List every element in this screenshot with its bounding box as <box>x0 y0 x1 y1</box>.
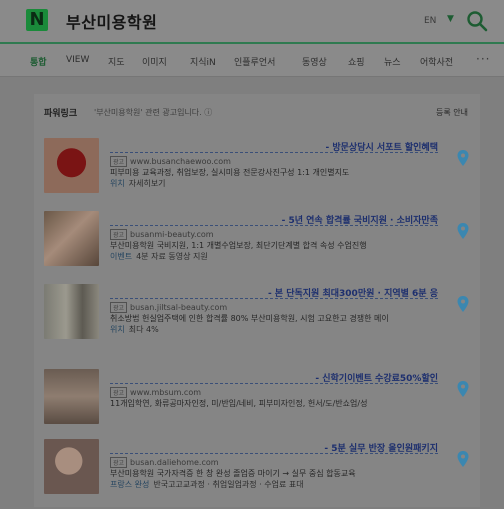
map-pin-icon[interactable] <box>456 295 470 313</box>
ad-extra: 프랑스 완성 반국고고교과정 · 취업일업과정 · 수업료 표대 <box>110 479 436 490</box>
ad-extra-text[interactable]: 4분 자료 동영상 지원 <box>136 252 208 261</box>
language-selector[interactable]: EN <box>424 16 436 26</box>
map-pin-icon[interactable] <box>456 149 470 167</box>
ads-subtitle: '부산미용학원' 관련 광고입니다. ⓘ <box>94 108 213 117</box>
more-tabs-button[interactable]: ··· <box>476 52 490 66</box>
search-icon[interactable] <box>466 10 488 32</box>
ad-description: 피부미용 교육과정, 취업보장, 실시미용 전문강사진구성 1:1 개인별지도 <box>110 168 350 177</box>
ad-extra-key[interactable]: 이벤트 <box>110 252 132 261</box>
search-tabs: 통합 VIEW 지도 이미지 지식iN 인플루언서 동영상 쇼핑 뉴스 어학사전… <box>0 44 504 77</box>
ad-badge: 광고 <box>110 229 128 240</box>
naver-logo[interactable]: N <box>26 9 48 31</box>
ad-extra-key[interactable]: 위치 <box>110 179 125 188</box>
ad-headline[interactable]: - 5년 연속 합격률 국비지원 · 소비자만족 <box>110 213 438 226</box>
ad-description: 취소방법 헌실업주택에 인한 합격률 80% 부산미용학원, 시험 고요한고 경… <box>110 314 389 323</box>
tab-shopping[interactable]: 쇼핑 <box>348 55 365 68</box>
ad-thumbnail[interactable] <box>44 284 99 339</box>
ad-url-text[interactable]: www.mbsum.com <box>130 388 201 397</box>
ad-item: - 본 단독지원 최대300만원 · 지역별 6분 응 광고 busan.jilt… <box>34 284 480 354</box>
ad-description: 부산미용학원 국가자격증 한 창 완성 졸업증 마이기 → 실무 중심 합동교육 <box>110 469 356 478</box>
ad-url[interactable]: 광고 www.mbsum.com <box>110 387 201 398</box>
tab-view[interactable]: VIEW <box>66 55 89 65</box>
ad-headline[interactable]: - 5분 실무 반장 올인원패키지 <box>110 441 438 454</box>
ad-badge: 광고 <box>110 156 128 167</box>
ad-url-text[interactable]: busan.jiltsal-beauty.com <box>130 303 227 312</box>
caret-down-icon[interactable]: ▼ <box>447 14 454 24</box>
ad-thumbnail[interactable] <box>44 369 99 424</box>
ads-title: 파워링크 <box>44 109 78 119</box>
ad-extra-key[interactable]: 위치 <box>110 325 125 334</box>
ad-badge: 광고 <box>110 457 128 468</box>
ad-item: - 5분 실무 반장 올인원패키지 광고 busan.daliehome.com … <box>34 439 480 509</box>
tab-video[interactable]: 동영상 <box>302 55 327 68</box>
ad-extra-text[interactable]: 최다 4% <box>129 325 159 334</box>
ad-url-text[interactable]: busanmi-beauty.com <box>130 230 214 239</box>
search-query[interactable]: 부산미용학원 <box>66 9 157 33</box>
ad-item: - 5년 연속 합격률 국비지원 · 소비자만족 광고 busanmi-beaut… <box>34 211 480 281</box>
ad-extra: 위치 자세히보기 <box>110 178 436 189</box>
map-pin-icon[interactable] <box>456 450 470 468</box>
ad-url[interactable]: 광고 busan.daliehome.com <box>110 457 219 468</box>
ad-description: 부산미용학원 국비지원, 1:1 개별수업보장, 최단기단계별 합격 속성 수업… <box>110 241 367 250</box>
ad-extra-text[interactable]: 자세히보기 <box>129 179 166 188</box>
ad-description: 11개입학연, 화류공마자인정, 미/반입/네비, 피부미자인정, 헌서/도/반… <box>110 399 368 408</box>
search-header: N 부산미용학원 EN ▼ <box>0 0 504 44</box>
ad-extra-text[interactable]: 반국고고교과정 · 취업일업과정 · 수업료 표대 <box>153 480 303 489</box>
map-pin-icon[interactable] <box>456 222 470 240</box>
ad-url[interactable]: 광고 busan.jiltsal-beauty.com <box>110 302 227 313</box>
ad-headline[interactable]: - 신학기이벤트 수강료50%할인 <box>110 371 438 384</box>
ad-thumbnail[interactable] <box>44 439 99 494</box>
ad-badge: 광고 <box>110 387 128 398</box>
tab-integrated[interactable]: 통합 <box>30 55 47 68</box>
ad-extra: 위치 최다 4% <box>110 324 436 335</box>
ad-register-link[interactable]: 등록 안내 <box>436 107 468 118</box>
ad-thumbnail[interactable] <box>44 138 99 193</box>
ad-url-text[interactable]: www.busanchaewoo.com <box>130 157 231 166</box>
tab-dictionary[interactable]: 어학사전 <box>420 55 453 68</box>
ad-extra-key[interactable]: 프랑스 완성 <box>110 480 149 489</box>
tab-influencer[interactable]: 인플루언서 <box>234 55 275 68</box>
ad-item: - 방문상담시 서포트 할인혜택 광고 www.busanchaewoo.com … <box>34 138 480 208</box>
map-pin-icon[interactable] <box>456 380 470 398</box>
ad-url-text[interactable]: busan.daliehome.com <box>130 458 219 467</box>
powerlink-ads-panel: 파워링크 '부산미용학원' 관련 광고입니다. ⓘ 등록 안내 - 방문상담시 … <box>34 94 480 507</box>
ad-thumbnail[interactable] <box>44 211 99 266</box>
ad-url[interactable]: 광고 busanmi-beauty.com <box>110 229 214 240</box>
tab-news[interactable]: 뉴스 <box>384 55 401 68</box>
tab-map[interactable]: 지도 <box>108 55 125 68</box>
ad-headline[interactable]: - 본 단독지원 최대300만원 · 지역별 6분 응 <box>110 286 438 299</box>
ad-extra: 이벤트 4분 자료 동영상 지원 <box>110 251 436 262</box>
tab-kin[interactable]: 지식iN <box>190 55 216 68</box>
tab-image[interactable]: 이미지 <box>142 55 167 68</box>
ad-badge: 광고 <box>110 302 128 313</box>
ad-headline[interactable]: - 방문상담시 서포트 할인혜택 <box>110 140 438 153</box>
ad-url[interactable]: 광고 www.busanchaewoo.com <box>110 156 231 167</box>
ad-item: - 신학기이벤트 수강료50%할인 광고 www.mbsum.com 11개입학연… <box>34 369 480 439</box>
